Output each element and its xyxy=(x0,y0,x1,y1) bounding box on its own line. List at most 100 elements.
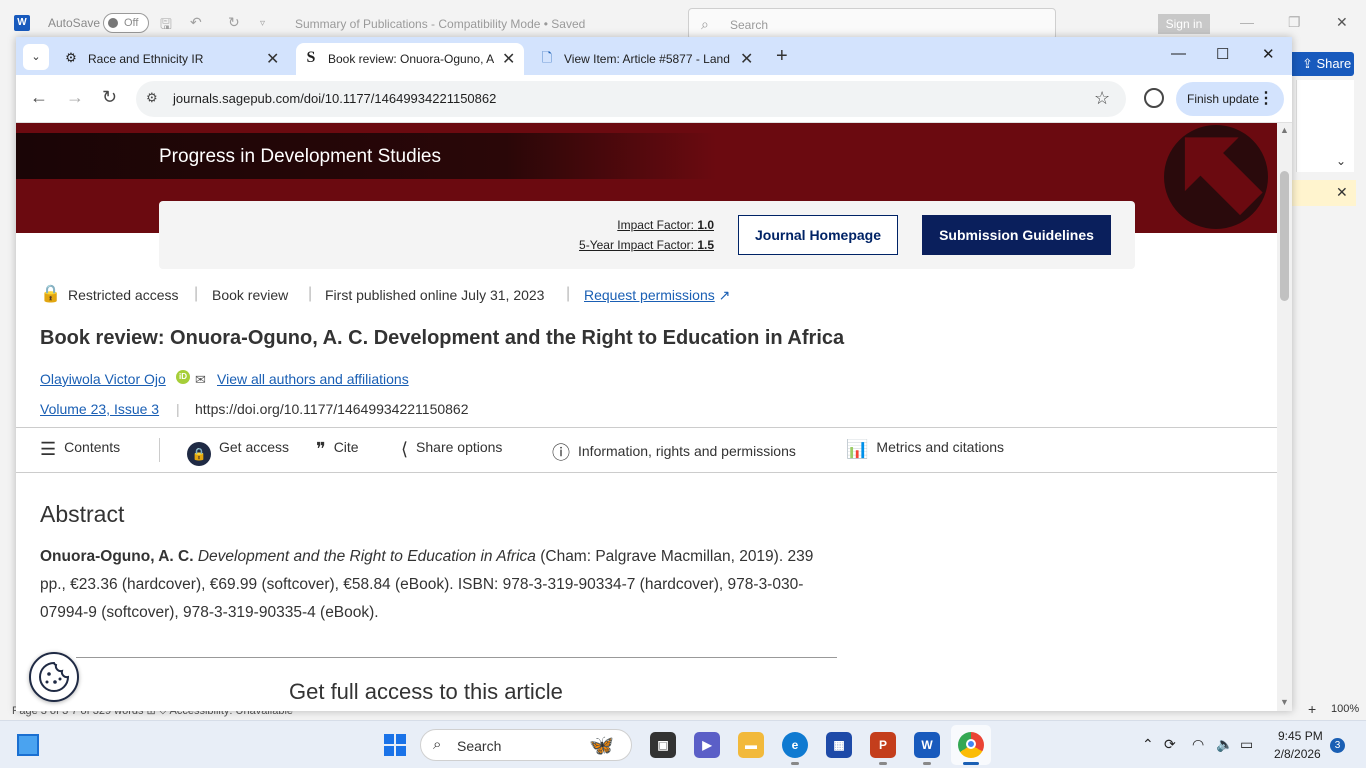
metrics-button[interactable]: 📊 Metrics and citations xyxy=(846,439,1004,460)
finish-update-button[interactable]: Finish update ⋮ xyxy=(1176,82,1284,116)
word-minimize-icon[interactable]: — xyxy=(1240,14,1254,30)
tab-search-button[interactable]: ⌄ xyxy=(23,44,49,70)
redo-icon[interactable]: ↻ xyxy=(228,14,240,31)
five-year-label: 5-Year Impact Factor: xyxy=(579,238,694,252)
undo-icon[interactable]: ↶ xyxy=(190,14,202,31)
tab-strip: ⌄ ⚙ Race and Ethnicity IR ✕ S Book revie… xyxy=(16,37,1292,75)
clock-date[interactable]: 2/8/2026 xyxy=(1274,747,1321,761)
journal-homepage-button[interactable]: Journal Homepage xyxy=(738,215,898,255)
view-all-authors-link[interactable]: View all authors and affiliations xyxy=(217,371,409,387)
volume-issue-link[interactable]: Volume 23, Issue 3 xyxy=(40,401,159,417)
information-button[interactable]: ⓘ Information, rights and permissions xyxy=(552,439,796,465)
cookie-settings-button[interactable] xyxy=(29,652,79,702)
task-view-icon[interactable]: ▣ xyxy=(650,732,676,758)
chrome-maximize-icon[interactable]: ☐ xyxy=(1216,45,1229,63)
bookmark-star-icon[interactable]: ☆ xyxy=(1094,88,1110,109)
impact-factor-label: Impact Factor: xyxy=(617,218,694,232)
chevron-up-icon[interactable]: ⌃ xyxy=(1142,736,1154,753)
external-link-icon: ↗ xyxy=(718,287,731,303)
article-actions-bar: ☰ Contents 🔒 Get access ❞ Cite ⟨ Share optio… xyxy=(16,427,1277,473)
cite-label: Cite xyxy=(333,439,359,455)
edge-icon[interactable]: e xyxy=(782,732,808,758)
access-status: Restricted access xyxy=(68,287,179,303)
request-permissions-link[interactable]: Request permissions ↗ xyxy=(584,287,730,304)
page-scrollbar[interactable]: ▲ ▼ xyxy=(1277,123,1292,711)
tab-view-item[interactable]: 🗋 View Item: Article #5877 - Land ✕ xyxy=(532,43,768,75)
get-access-button[interactable]: 🔒 Get access xyxy=(187,439,289,466)
customize-toolbar-icon[interactable]: ▿ xyxy=(260,18,265,29)
word-search-placeholder: Search xyxy=(730,18,769,32)
url-text: journals.sagepub.com/doi/10.1177/1464993… xyxy=(173,91,497,106)
scroll-down-icon[interactable]: ▼ xyxy=(1280,697,1289,707)
teams-icon[interactable]: ▶ xyxy=(694,732,720,758)
active-indicator xyxy=(963,762,979,765)
wifi-icon[interactable]: ◠ xyxy=(1192,736,1204,753)
word-search-box[interactable]: ⌕ Search xyxy=(688,8,1056,40)
new-tab-icon[interactable]: + xyxy=(776,45,788,68)
web-page: Progress in Development Studies Impact F… xyxy=(16,123,1277,711)
file-explorer-icon[interactable]: ▬ xyxy=(738,732,764,758)
cite-button[interactable]: ❞ Cite xyxy=(316,439,359,460)
word-zoom-level[interactable]: 100% xyxy=(1331,703,1359,715)
metrics-label: Metrics and citations xyxy=(876,439,1005,455)
word-share-button[interactable]: ⇪ Share ▾ xyxy=(1292,52,1354,95)
authors-row: Olayiwola Victor Ojo iD ✉ View all autho… xyxy=(40,370,409,387)
chrome-icon[interactable] xyxy=(958,732,984,758)
contents-button[interactable]: ☰ Contents xyxy=(40,439,120,460)
author-link[interactable]: Olayiwola Victor Ojo xyxy=(40,371,166,387)
word-icon[interactable]: W xyxy=(914,732,940,758)
tab-book-review[interactable]: S Book review: Onuora-Oguno, A ✕ xyxy=(296,43,524,75)
scroll-up-icon[interactable]: ▲ xyxy=(1280,125,1289,135)
journal-logo-icon xyxy=(1164,125,1268,229)
taskbar: ⌕ Search 🦋 ▣ ▶ ▬ e ▦ P W ⌃ ⟳ ◠ 🔈 ▭ 9:45 … xyxy=(0,720,1366,768)
chrome-minimize-icon[interactable]: — xyxy=(1171,45,1186,62)
tab-close-icon[interactable]: ✕ xyxy=(266,49,279,69)
journal-title[interactable]: Progress in Development Studies xyxy=(159,146,441,168)
notification-badge[interactable]: 3 xyxy=(1330,738,1345,753)
autosave-toggle[interactable]: Off xyxy=(103,13,149,33)
taskbar-search[interactable]: ⌕ Search 🦋 xyxy=(420,729,632,761)
five-year-impact-factor[interactable]: 5-Year Impact Factor: 1.5 xyxy=(579,238,714,252)
word-close-icon[interactable]: ✕ xyxy=(1336,14,1348,31)
full-access-heading: Get full access to this article xyxy=(289,679,563,704)
word-restore-icon[interactable]: ❐ xyxy=(1288,14,1301,31)
address-bar[interactable]: ⚙ journals.sagepub.com/doi/10.1177/14649… xyxy=(136,81,1126,117)
tab-close-icon[interactable]: ✕ xyxy=(502,49,515,69)
powerpoint-icon[interactable]: P xyxy=(870,732,896,758)
volume-icon[interactable]: 🔈 xyxy=(1216,736,1233,753)
lock-icon: 🔒 xyxy=(187,442,211,466)
battery-icon[interactable]: ▭ xyxy=(1240,736,1253,753)
infobar-close-icon[interactable]: ✕ xyxy=(1336,184,1348,201)
save-icon[interactable]: 🖫 xyxy=(160,14,172,38)
sync-icon[interactable]: ⟳ xyxy=(1164,736,1176,753)
back-icon[interactable]: ← xyxy=(30,87,48,108)
clock-time[interactable]: 9:45 PM xyxy=(1278,729,1323,743)
orcid-icon[interactable]: iD xyxy=(176,370,190,384)
reload-icon[interactable]: ↻ xyxy=(102,87,117,108)
lock-icon: 🔒 xyxy=(40,284,62,303)
share-options-button[interactable]: ⟨ Share options xyxy=(401,439,502,460)
forward-icon[interactable]: → xyxy=(66,87,84,108)
share-icon: ⇪ xyxy=(1302,56,1317,71)
toggle-knob xyxy=(108,18,118,28)
mail-icon[interactable]: ✉ xyxy=(195,372,206,388)
tab-race-and-ethnicity[interactable]: ⚙ Race and Ethnicity IR ✕ xyxy=(56,43,288,75)
zoom-in-icon[interactable]: + xyxy=(1308,701,1316,717)
widgets-icon[interactable] xyxy=(17,734,39,756)
store-icon[interactable]: ▦ xyxy=(826,732,852,758)
word-document-title[interactable]: Summary of Publications - Compatibility … xyxy=(295,17,585,31)
scroll-thumb[interactable] xyxy=(1280,171,1289,301)
impact-factor[interactable]: Impact Factor: 1.0 xyxy=(617,218,714,232)
start-button[interactable] xyxy=(384,734,406,756)
running-indicator xyxy=(791,762,799,765)
cookie-icon xyxy=(39,661,70,692)
site-info-icon[interactable]: ⚙ xyxy=(146,90,158,106)
profile-icon[interactable] xyxy=(1144,88,1164,108)
word-signin-button[interactable]: Sign in xyxy=(1158,14,1210,34)
submission-guidelines-button[interactable]: Submission Guidelines xyxy=(922,215,1111,255)
running-indicator xyxy=(923,762,931,765)
tab-close-icon[interactable]: ✕ xyxy=(740,49,753,69)
chrome-close-icon[interactable]: ✕ xyxy=(1262,45,1275,63)
list-icon: ☰ xyxy=(40,439,57,459)
chevron-down-icon[interactable]: ⌄ xyxy=(1336,154,1346,168)
